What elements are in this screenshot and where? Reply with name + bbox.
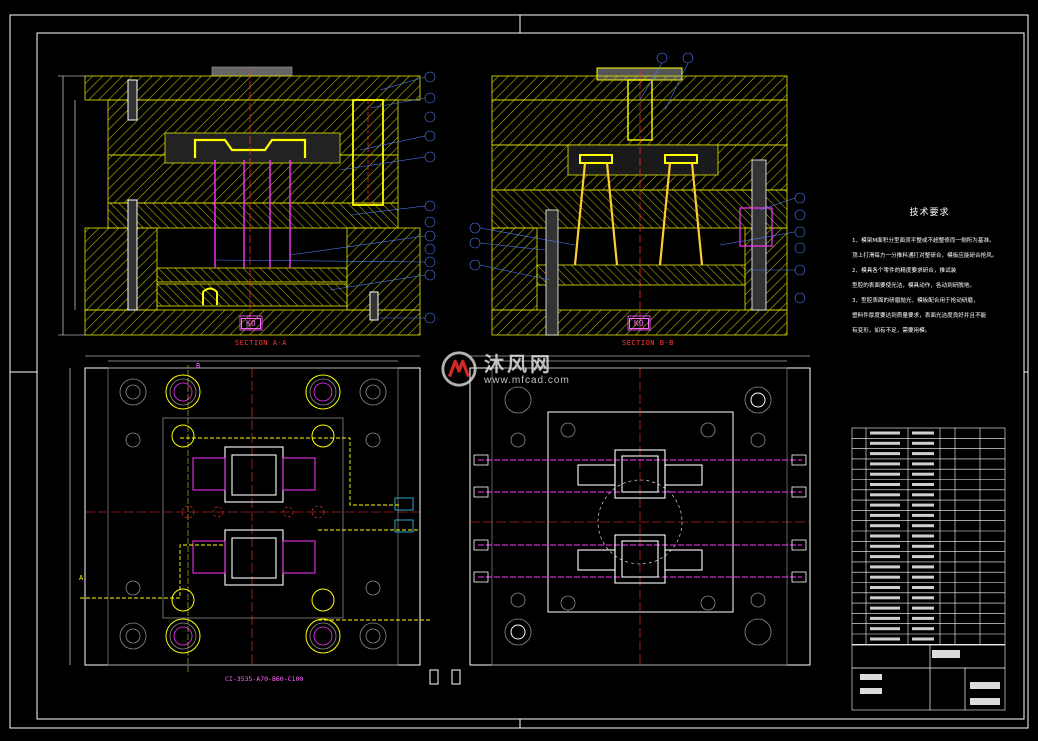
bom-cell-mark bbox=[912, 441, 934, 445]
bom-cell-mark bbox=[912, 503, 934, 507]
bom-cell-mark bbox=[870, 503, 900, 507]
bom-cell-mark bbox=[870, 627, 900, 631]
technical-requirement-line: 有变形，如有不足，需要用模。 bbox=[852, 328, 931, 334]
bom-cell-mark bbox=[870, 472, 900, 476]
section-marker-b: B bbox=[196, 362, 201, 370]
bom-cell-mark bbox=[870, 431, 900, 435]
bom-cell-mark bbox=[870, 565, 900, 569]
bom-cell-mark bbox=[912, 544, 934, 548]
technical-requirement-line: 型腔的表面要使光洁，模具动作，各动到研脱地。 bbox=[852, 283, 976, 289]
technical-requirements: 技术要求 1、模架M面积分型面须平整或不超整修而一侧所为基准。 顶上打滑每方一分… bbox=[852, 205, 1007, 339]
plan-view-fixed-half bbox=[69, 355, 461, 685]
bom-cell-mark bbox=[912, 534, 934, 538]
bom-cell-mark bbox=[870, 596, 900, 600]
bom-cell-mark bbox=[870, 606, 900, 610]
bom-cell-mark bbox=[870, 555, 900, 559]
technical-requirement-line: 1、模架M面积分型面须平整或不超整修而一侧所为基准。 bbox=[852, 238, 995, 244]
bom-cell-mark bbox=[870, 616, 900, 620]
bom-cell-mark bbox=[912, 513, 934, 517]
watermark-url: www.mfcad.com bbox=[484, 374, 570, 386]
bom-cell-mark bbox=[912, 472, 934, 476]
bom-cell-mark bbox=[870, 586, 900, 589]
section-b-view bbox=[469, 52, 806, 336]
watermark-brand: 沐风网 bbox=[484, 351, 553, 376]
bom-cell-mark bbox=[912, 462, 934, 466]
plan-view-moving-half bbox=[469, 355, 811, 666]
bom-cell-mark bbox=[912, 431, 934, 435]
bom-cell-mark bbox=[870, 575, 900, 579]
bom-cell-mark bbox=[912, 493, 934, 497]
title-block bbox=[852, 644, 1005, 710]
bom-cell-mark bbox=[912, 616, 934, 620]
technical-requirements-title: 技术要求 bbox=[909, 208, 950, 218]
bom-cell-mark bbox=[912, 452, 934, 456]
watermark: 沐风网 www.mfcad.com bbox=[440, 350, 570, 388]
bom-cell-mark bbox=[912, 555, 934, 559]
section-a-label: SECTION A-A bbox=[235, 339, 287, 347]
mfcad-logo-icon bbox=[441, 351, 477, 387]
bom-cell-mark bbox=[912, 524, 934, 528]
bom-cell-mark bbox=[912, 627, 934, 631]
bom-cell-mark bbox=[912, 565, 934, 569]
bom-cell-mark bbox=[870, 462, 900, 466]
bom-cell-mark bbox=[912, 606, 934, 610]
bom-cell-mark bbox=[870, 637, 900, 641]
bom-cell-mark bbox=[912, 483, 934, 486]
bom-cell-mark bbox=[912, 575, 934, 579]
bom-cell-mark bbox=[870, 524, 900, 528]
bom-cell-mark bbox=[870, 534, 900, 538]
bom-cell-mark bbox=[870, 513, 900, 517]
bom-cell-mark bbox=[870, 441, 900, 445]
section-a-view bbox=[58, 66, 436, 336]
ko-hole-a: KO bbox=[241, 318, 261, 329]
technical-requirement-line: 塑料件厚度要达到质量要求，表面光洁度良好并且不能 bbox=[852, 313, 987, 319]
technical-requirement-line: 2、模具各个零件的精度要求研合，推试装 bbox=[852, 268, 957, 274]
bom-cell-mark bbox=[912, 637, 934, 641]
bom-cell-mark bbox=[870, 483, 900, 486]
section-b-label: SECTION B-B bbox=[622, 339, 674, 347]
bom-cell-mark bbox=[870, 493, 900, 497]
bom-cell-mark bbox=[870, 452, 900, 456]
bom-cell-mark bbox=[912, 596, 934, 600]
bom-cell-mark bbox=[912, 586, 934, 589]
ko-hole-b: KO bbox=[629, 318, 649, 329]
technical-requirement-line: 顶上打滑每方一分推料通打对整研合，模板应能研合抢风。 bbox=[852, 253, 998, 259]
section-marker-a: A bbox=[79, 574, 84, 582]
bom-cell-mark bbox=[870, 544, 900, 548]
mold-base-spec: CI-3535-A70-B60-C100 bbox=[225, 675, 304, 683]
technical-requirement-line: 3、型腔表面的研磨抛光，模板配合用于抢动研磨， bbox=[852, 298, 979, 304]
